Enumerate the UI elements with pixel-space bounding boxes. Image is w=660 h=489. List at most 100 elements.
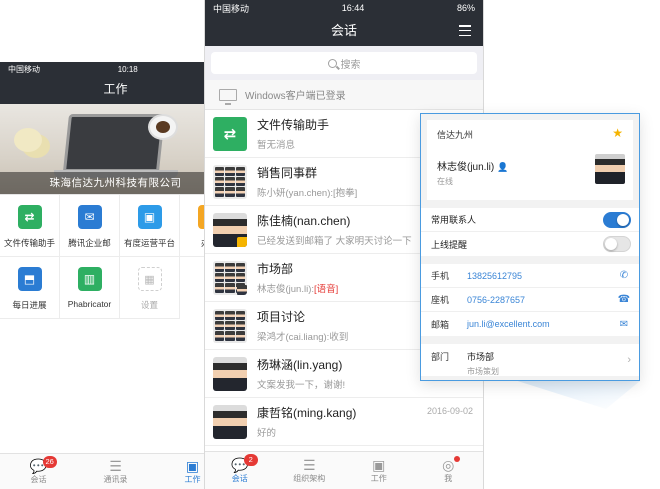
file-transfer-icon: ⇄ — [17, 205, 42, 229]
preview-text: 林志俊(jun.li): — [257, 284, 315, 295]
field-value[interactable]: jun.li@excellent.com — [467, 319, 617, 329]
clock: 10:18 — [117, 64, 138, 74]
monitor-icon — [219, 88, 237, 105]
page-title: 工作 — [103, 82, 128, 96]
app-tile[interactable]: ▦ 设置 — [120, 257, 180, 319]
search-input[interactable]: 搜索 — [211, 52, 477, 74]
tab-chat[interactable]: 💬 会话 26 — [0, 454, 77, 489]
bottom-tab-bar: 💬 会话 26 ☰ 通讯录 ▣ 工作 — [0, 453, 231, 489]
contact-toggles: 常用联系人上线提醒 — [421, 208, 639, 256]
app-label: Phabricator — [67, 299, 112, 309]
toggle-label: 上线提醒 — [431, 239, 468, 250]
voice-tag: [语音] — [314, 284, 339, 295]
conversation-preview: 好的 — [257, 425, 483, 439]
contact-header: 信达九州 ★ 林志俊(jun.li) 👤 在线 — [427, 120, 633, 200]
email-icon[interactable]: ✉ — [617, 319, 631, 330]
department-sub: 市场策划 — [467, 367, 499, 376]
contact-field-row[interactable]: 手机 13825612795 ✆ — [421, 264, 639, 288]
avatar — [213, 356, 247, 391]
briefcase-icon: ▣ — [137, 205, 162, 229]
department-row[interactable]: 部门 市场部 市场策划 › — [421, 344, 639, 376]
app-tile[interactable]: ▣ 有度运营平台 — [120, 195, 180, 257]
group-avatar — [213, 260, 247, 295]
toggle-row: 上线提醒 — [421, 232, 639, 256]
nav-bar: 工作 — [0, 76, 231, 104]
contact-name-text: 林志俊(jun.li) — [437, 162, 495, 173]
toggle-row: 常用联系人 — [421, 208, 639, 232]
group-avatar — [213, 308, 247, 343]
contact-field-row[interactable]: 座机 0756-2287657 ☎ — [421, 288, 639, 312]
star-icon[interactable]: ★ — [612, 126, 623, 140]
chevron-right-icon: › — [627, 354, 631, 366]
pc-online-icon — [237, 236, 247, 247]
preview-text: 好的 — [257, 428, 277, 439]
tab-profile[interactable]: ◎ 我 — [414, 452, 484, 489]
unread-badge: 26 — [42, 456, 57, 468]
status-bar: 中国移动 10:18 ▭ — [0, 62, 231, 76]
contact-department-section: 部门 市场部 市场策划 › — [421, 344, 639, 376]
department-label: 部门 — [431, 352, 450, 362]
search-area: 搜索 — [205, 46, 483, 80]
tab-label: 会话 — [231, 474, 248, 483]
tab-label: 组织架构 — [293, 474, 326, 483]
bottom-tab-bar: 💬 会话 2 ☰ 组织架构 ▣ 工作 ◎ 我 — [205, 451, 483, 489]
toggle-knob — [605, 238, 617, 250]
banner-caption: 珠海信达九州科技有限公司 — [0, 172, 231, 194]
field-label: 邮箱 — [431, 319, 450, 330]
conversation-item[interactable]: 康哲铭(ming.kang) 好的 2016-09-02 — [205, 398, 483, 446]
field-value[interactable]: 0756-2287657 — [467, 295, 617, 305]
app-tile[interactable]: ⇄ 文件传输助手 — [0, 195, 60, 257]
app-label: 每日进展 — [12, 300, 47, 310]
contacts-icon: ☰ — [109, 458, 122, 474]
clock: 16:44 — [341, 3, 365, 13]
pc-login-notice[interactable]: Windows客户端已登录 — [205, 80, 483, 110]
search-placeholder: 搜索 — [340, 59, 361, 71]
work-phone-screen: 中国移动 10:18 ▭ 工作 珠海信达九州科技有限公司 ⇄ 文件传输助手 ✉ 腾讯企… — [0, 62, 232, 489]
coffee-cup-image — [148, 114, 178, 140]
conversation-time: 2016-09-02 — [426, 406, 473, 416]
phone-icon[interactable]: ✆ — [617, 270, 631, 281]
carrier-label: 中国移动 — [8, 64, 40, 74]
preview-text: 梁鸿才(cai.liang):收到 — [257, 332, 349, 343]
app-label: 文件传输助手 — [3, 238, 55, 248]
preview-text: 文案发我一下，谢谢! — [257, 380, 346, 391]
department-name: 市场部 — [467, 352, 495, 362]
contact-avatar[interactable] — [595, 154, 625, 184]
org-structure-icon: ☰ — [302, 457, 316, 473]
menu-icon[interactable] — [459, 25, 471, 36]
group-avatar — [213, 164, 247, 199]
app-tile[interactable]: ⬒ 每日进展 — [0, 257, 60, 319]
chart-icon: ▥ — [77, 267, 102, 291]
tab-contacts[interactable]: ☰ 通讯录 — [77, 454, 154, 489]
tab-label: 会话 — [30, 475, 47, 484]
landline-icon[interactable]: ☎ — [617, 294, 631, 305]
app-tile[interactable]: ▥ Phabricator — [60, 257, 120, 319]
grid-settings-icon: ▦ — [137, 267, 162, 291]
tab-org-structure[interactable]: ☰ 组织架构 — [275, 452, 345, 489]
toggle-switch[interactable] — [603, 212, 631, 228]
work-icon: ▣ — [372, 457, 386, 473]
contact-status: 在线 — [437, 177, 453, 186]
contact-field-row[interactable]: 邮箱 jun.li@excellent.com ✉ — [421, 312, 639, 336]
app-label: 有度运营平台 — [123, 238, 175, 248]
toggle-switch[interactable] — [603, 236, 631, 252]
tab-work[interactable]: ▣ 工作 — [344, 452, 414, 489]
app-tile[interactable]: ✉ 腾讯企业邮 — [60, 195, 120, 257]
profile-icon: ◎ — [442, 457, 455, 473]
unread-badge: 2 — [243, 454, 258, 466]
tab-chat[interactable]: 💬 会话 2 — [205, 452, 275, 489]
contact-name: 林志俊(jun.li) 👤 — [437, 158, 508, 173]
field-label: 座机 — [431, 295, 450, 305]
mail-icon: ✉ — [77, 205, 102, 229]
contact-card: 信达九州 ★ 林志俊(jun.li) 👤 在线 常用联系人上线提醒 手机 13825… — [420, 113, 640, 381]
pc-online-icon — [237, 284, 247, 295]
company-banner[interactable]: 珠海信达九州科技有限公司 — [0, 104, 231, 194]
field-value[interactable]: 13825612795 — [467, 271, 617, 281]
file-transfer-icon: ⇄ — [213, 116, 247, 151]
flower-decoration — [14, 128, 42, 152]
carrier-label: 中国移动 — [213, 3, 250, 14]
page-title: 会话 — [330, 23, 357, 38]
field-label: 手机 — [431, 271, 450, 281]
contact-fields: 手机 13825612795 ✆ 座机 0756-2287657 ☎ 邮箱 jun.li@ex… — [421, 264, 639, 336]
tab-label: 我 — [444, 474, 453, 483]
